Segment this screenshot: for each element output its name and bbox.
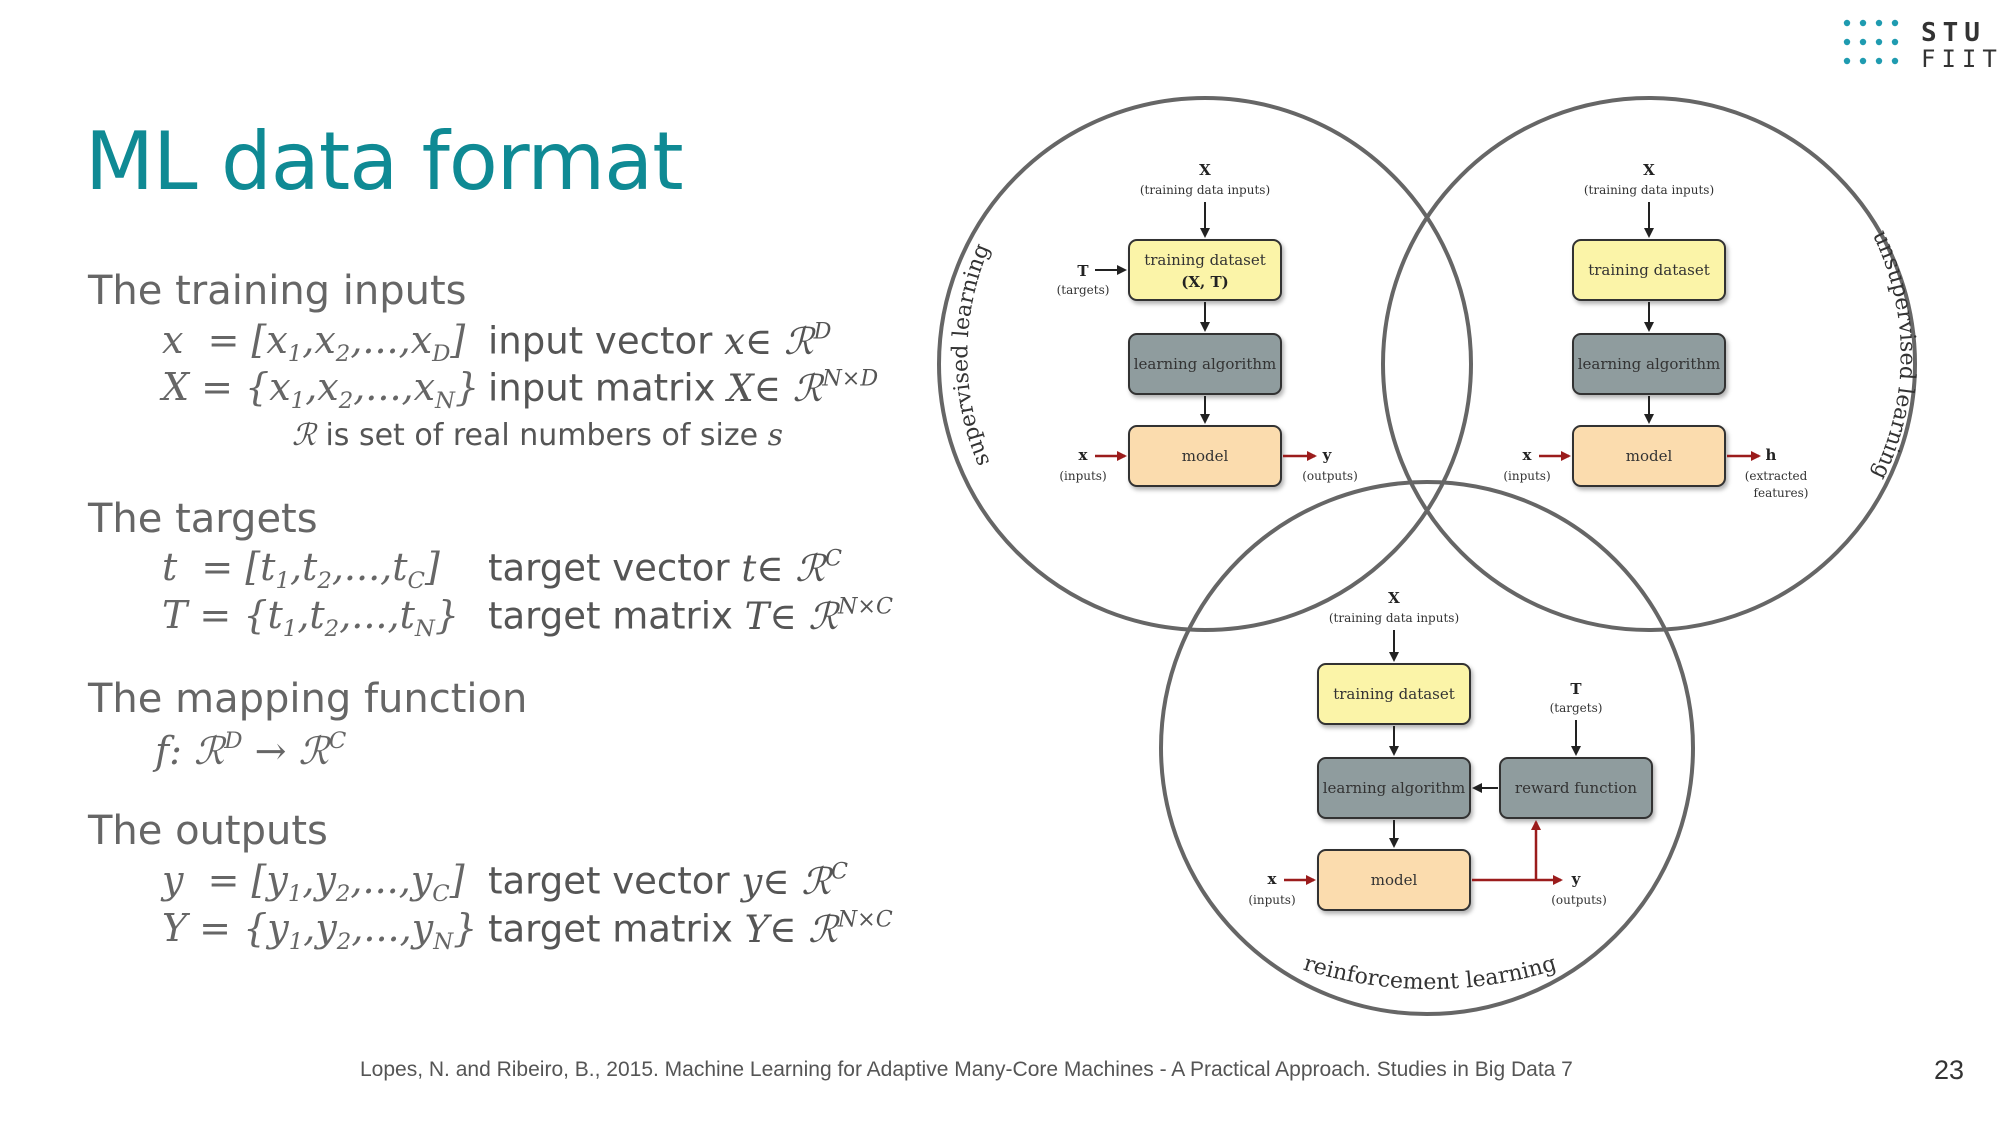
logo-line-fiit: FIIT bbox=[1921, 45, 2000, 73]
target-vector-formula: t = [t1,t2,...,tC] bbox=[162, 545, 440, 594]
sup-input-caption: (training data inputs) bbox=[1140, 183, 1270, 197]
page-title: ML data format bbox=[85, 115, 684, 208]
unsup-h-caption1: (extracted bbox=[1745, 469, 1808, 483]
sup-target-symbol: T bbox=[1077, 262, 1089, 280]
input-vector-desc: input vector x∈ ℛD bbox=[488, 318, 832, 363]
sup-dataset-box bbox=[1128, 239, 1282, 301]
sup-y-symbol: y bbox=[1322, 446, 1333, 464]
rein-x-caption: (inputs) bbox=[1248, 893, 1295, 907]
output-matrix-desc: target matrix Y∈ ℛN×C bbox=[488, 906, 893, 951]
sup-input-symbol: X bbox=[1199, 161, 1211, 179]
real-numbers-note: ℛ is set of real numbers of size s bbox=[292, 418, 784, 453]
rein-input-symbol: X bbox=[1388, 589, 1400, 607]
rein-input-caption: (training data inputs) bbox=[1329, 611, 1459, 625]
page-number: 23 bbox=[1934, 1055, 1965, 1085]
unsup-h-caption2: features) bbox=[1754, 486, 1809, 500]
input-matrix-formula: X = {x1,x2,...,xN} bbox=[162, 365, 480, 414]
logo-line-stu: STU bbox=[1921, 18, 1986, 48]
sup-dataset-label: training dataset bbox=[1144, 251, 1266, 269]
input-vector-formula: x = [x1,x2,...,xD] bbox=[162, 318, 466, 367]
training-inputs-heading: The training inputs bbox=[88, 268, 467, 314]
unsup-h-symbol: h bbox=[1766, 446, 1777, 464]
rein-model-label: model bbox=[1371, 871, 1418, 889]
output-vector-desc: target vector y∈ ℛC bbox=[488, 858, 848, 903]
mapping-formula: f: ℛD → ℛC bbox=[155, 728, 347, 773]
rein-reward-label: reward function bbox=[1515, 779, 1638, 797]
target-matrix-desc: target matrix T∈ ℛN×C bbox=[488, 593, 893, 638]
reinforcement-label: reinforcement learning bbox=[1301, 951, 1560, 995]
unsup-dataset-label: training dataset bbox=[1588, 261, 1710, 279]
rein-dataset-label: training dataset bbox=[1333, 685, 1455, 703]
unsup-model-label: model bbox=[1626, 447, 1673, 465]
sup-x-symbol: x bbox=[1079, 446, 1089, 464]
sup-x-caption: (inputs) bbox=[1059, 469, 1106, 483]
rein-algorithm-label: learning algorithm bbox=[1323, 779, 1466, 797]
unsup-x-caption: (inputs) bbox=[1503, 469, 1550, 483]
output-matrix-formula: Y = {y1,y2,...,yN} bbox=[162, 906, 478, 955]
input-matrix-desc: input matrix X∈ ℛN×D bbox=[488, 365, 879, 410]
rein-y-caption: (outputs) bbox=[1551, 893, 1607, 907]
logo-dots-icon bbox=[1843, 19, 1899, 65]
rein-x-symbol: x bbox=[1268, 870, 1278, 888]
unsupervised-label: unsupervised learning bbox=[1867, 226, 1920, 483]
unsup-algorithm-label: learning algorithm bbox=[1578, 355, 1721, 373]
unsup-input-symbol: X bbox=[1643, 161, 1655, 179]
target-vector-desc: target vector t∈ ℛC bbox=[488, 545, 842, 590]
targets-heading: The targets bbox=[88, 496, 318, 542]
rein-y-symbol: y bbox=[1571, 870, 1582, 888]
reference-citation: Lopes, N. and Ribeiro, B., 2015. Machine… bbox=[360, 1058, 1573, 1081]
sup-model-label: model bbox=[1182, 447, 1229, 465]
sup-target-caption: (targets) bbox=[1057, 283, 1110, 297]
learning-paradigms-diagram: supervised learning unsupervised learnin… bbox=[937, 96, 1920, 1016]
mapping-heading: The mapping function bbox=[88, 676, 528, 722]
sup-y-caption: (outputs) bbox=[1302, 469, 1358, 483]
output-vector-formula: y = [y1,y2,...,yC] bbox=[162, 858, 465, 907]
sup-dataset-sub: (X, T) bbox=[1181, 273, 1228, 291]
outputs-heading: The outputs bbox=[88, 808, 328, 854]
rein-target-caption: (targets) bbox=[1550, 701, 1603, 715]
sup-algorithm-label: learning algorithm bbox=[1134, 355, 1277, 373]
target-matrix-formula: T = {t1,t2,...,tN} bbox=[162, 593, 459, 642]
reinforcement-circle bbox=[1159, 480, 1695, 1016]
stu-fiit-logo: STU FIIT bbox=[1843, 18, 1997, 76]
unsup-x-symbol: x bbox=[1523, 446, 1533, 464]
unsup-input-caption: (training data inputs) bbox=[1584, 183, 1714, 197]
rein-target-symbol: T bbox=[1570, 680, 1582, 698]
